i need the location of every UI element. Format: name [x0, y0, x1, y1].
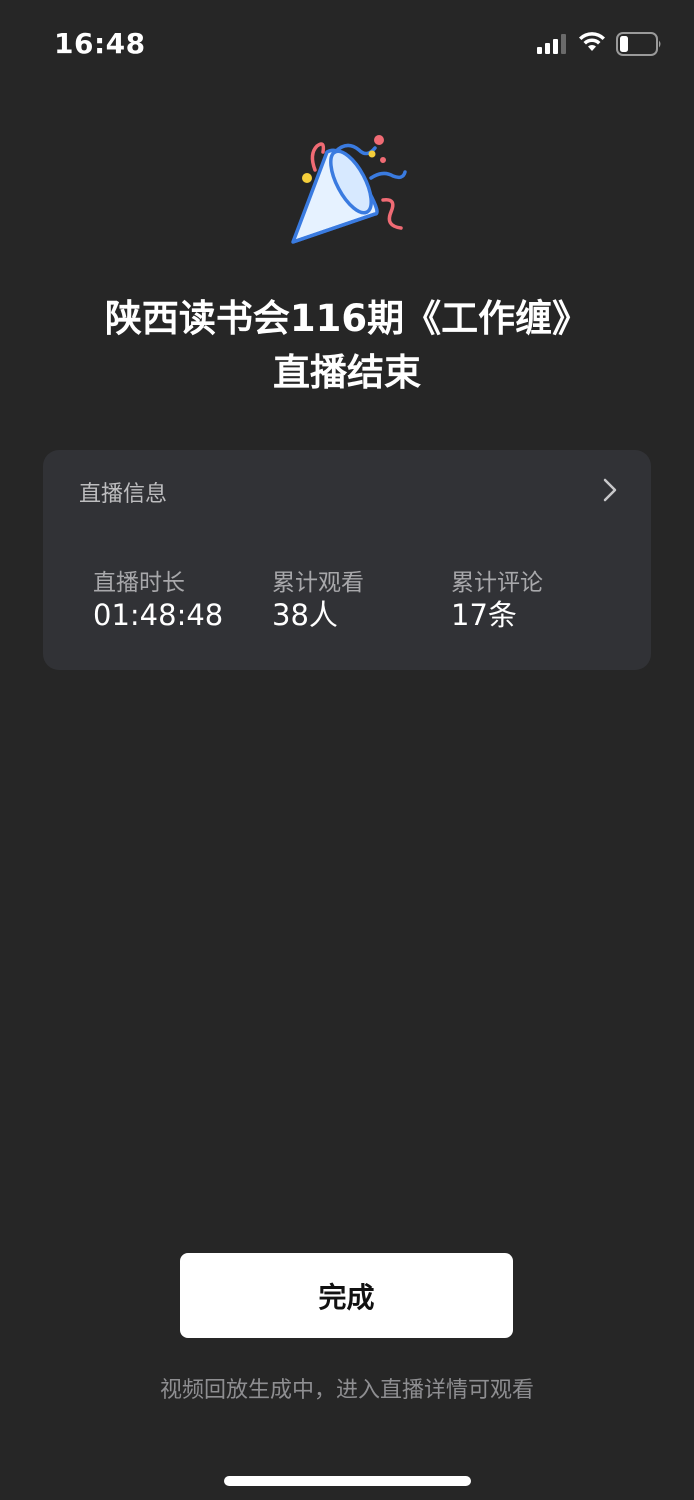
status-bar: 16:48	[0, 0, 694, 88]
page-title: 陕西读书会116期《工作缠》 直播结束	[0, 292, 694, 400]
stat-label: 累计评论	[451, 570, 543, 596]
stat-label: 直播时长	[93, 570, 185, 596]
party-popper-icon	[283, 130, 411, 252]
stat-value: 01:48:48	[93, 598, 224, 632]
stat-label: 累计观看	[272, 570, 364, 596]
card-header: 直播信息	[79, 482, 168, 507]
battery-icon	[616, 32, 662, 60]
stat-value: 38人	[272, 598, 338, 632]
home-indicator[interactable]	[224, 1476, 471, 1486]
title-line-1: 陕西读书会116期《工作缠》	[104, 297, 590, 340]
stat-viewers: 累计观看 38人	[272, 568, 364, 632]
wifi-icon	[577, 31, 607, 57]
done-button[interactable]: 完成	[180, 1253, 513, 1338]
stat-comments: 累计评论 17条	[451, 568, 543, 632]
stat-value: 17条	[451, 598, 517, 632]
stat-duration: 直播时长 01:48:48	[93, 568, 223, 632]
cellular-signal-icon	[537, 34, 567, 58]
status-time: 16:48	[54, 27, 146, 60]
live-info-card[interactable]: 直播信息 直播时长 01:48:48 累计观看 38人 累计评论 17条	[43, 450, 651, 670]
title-line-2: 直播结束	[273, 351, 421, 394]
replay-note: 视频回放生成中，进入直播详情可观看	[159, 1378, 534, 1403]
chevron-right-icon[interactable]	[603, 478, 617, 506]
